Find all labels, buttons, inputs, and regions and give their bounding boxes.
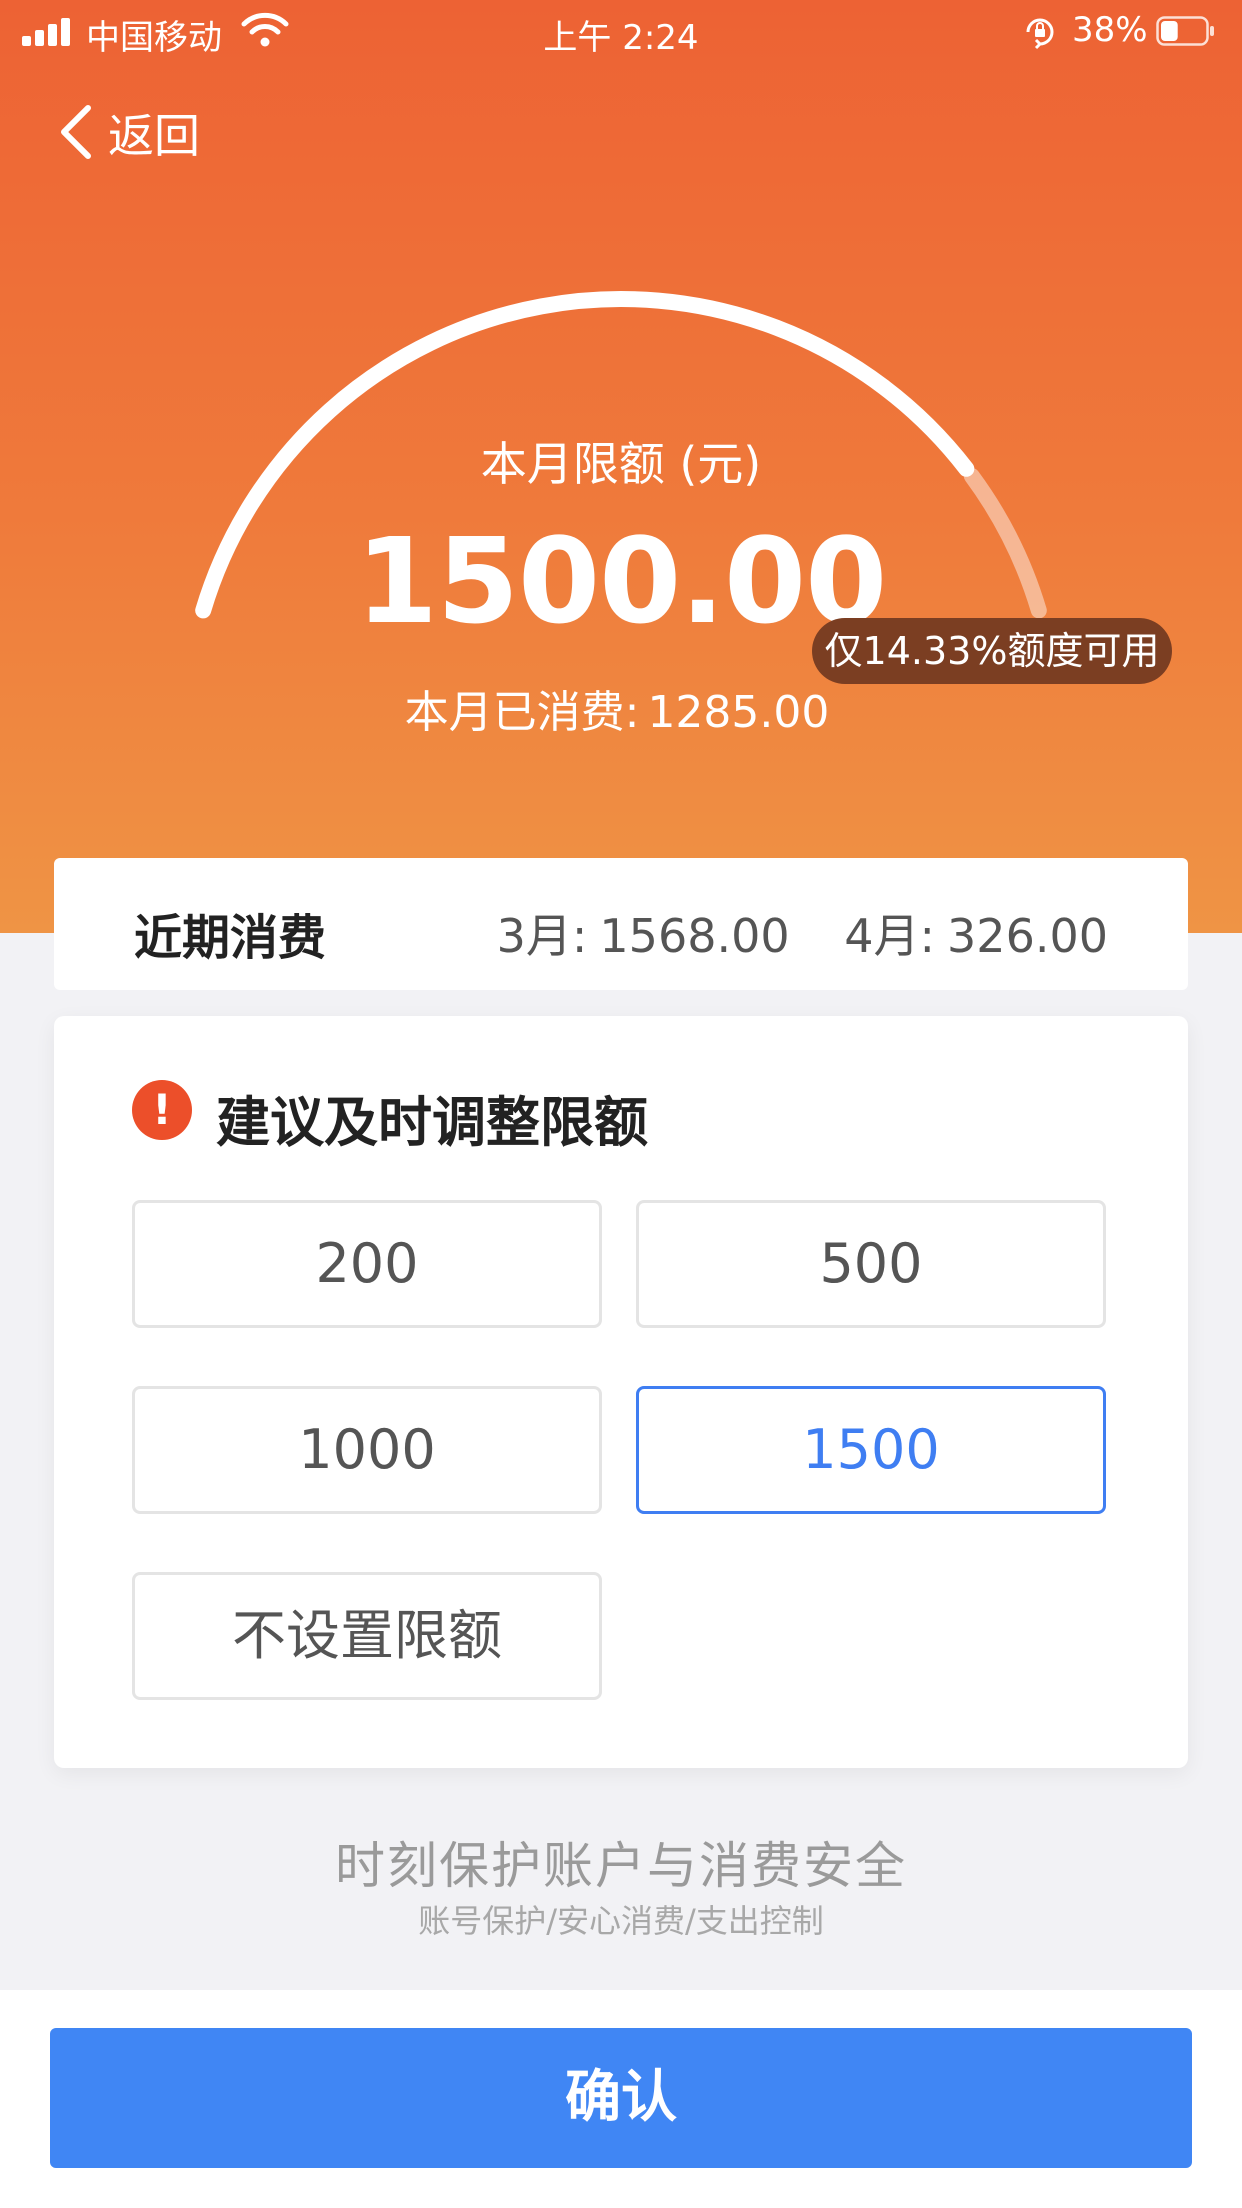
- recent-spending-bar: 近期消费 3月: 1568.00 4月: 326.00: [54, 858, 1188, 990]
- monthly-spent-amount: 1285.00: [647, 687, 830, 738]
- recent-spending-values: 3月: 1568.00 4月: 326.00: [497, 900, 1108, 966]
- limit-option-1000[interactable]: 1000: [132, 1386, 602, 1514]
- limit-option-none[interactable]: 不设置限额: [132, 1572, 602, 1700]
- adjust-limit-card: ! 建议及时调整限额 200 500 1000 1500 不设置限额: [54, 1016, 1188, 1768]
- monthly-limit-label: 本月限额 (元): [480, 437, 762, 491]
- recent-month-april: 4月: 326.00: [844, 909, 1108, 963]
- security-subtitle: 账号保护/安心消费/支出控制: [418, 1902, 824, 1940]
- adjust-limit-title: 建议及时调整限额: [216, 1091, 648, 1154]
- limit-option-200[interactable]: 200: [132, 1200, 602, 1328]
- security-slogan: 时刻保护账户与消费安全: [335, 1837, 907, 1895]
- available-quota-badge: 仅14.33%额度可用: [812, 618, 1172, 684]
- limit-option-1500[interactable]: 1500: [636, 1386, 1106, 1514]
- recent-spending-title: 近期消费: [134, 910, 327, 966]
- warning-icon: !: [132, 1080, 192, 1140]
- limit-option-500[interactable]: 500: [636, 1200, 1106, 1328]
- recent-month-march: 3月: 1568.00: [496, 909, 790, 963]
- confirm-button[interactable]: 确认: [50, 2028, 1192, 2168]
- monthly-spent-label: 本月已消费:: [404, 687, 640, 738]
- monthly-spent: 本月已消费: 1285.00: [0, 676, 1242, 740]
